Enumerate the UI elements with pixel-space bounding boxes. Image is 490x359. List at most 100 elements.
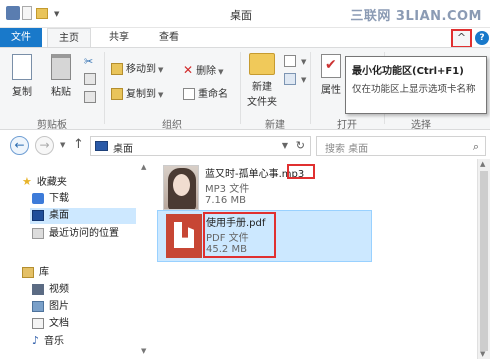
nav-item-desktop[interactable]: 桌面: [30, 208, 136, 224]
paste-shortcut-button[interactable]: [84, 90, 99, 106]
copy-path-icon: [84, 73, 96, 85]
music-note-icon: ♪: [32, 334, 40, 347]
move-to-button[interactable]: 移动到 ▼: [111, 62, 163, 78]
nav-item-recent[interactable]: 最近访问的位置: [32, 226, 119, 242]
navigation-pane: ★ 收藏夹 下载 桌面 最近访问的位置 库 视频 图片 文档 ♪ 音乐: [0, 159, 140, 359]
nav-item-videos[interactable]: 视频: [32, 282, 69, 298]
group-divider: [240, 52, 241, 124]
nav-item-label: 下载: [49, 193, 69, 204]
nav-item-libraries[interactable]: 库: [22, 265, 49, 281]
select-group-label: 选择: [411, 120, 431, 131]
open-group-label: 打开: [337, 120, 357, 131]
scrollbar-thumb[interactable]: [480, 171, 488, 351]
content-scrollbar[interactable]: ▲ ▼: [477, 159, 490, 359]
rename-button[interactable]: 重命名: [183, 87, 228, 103]
file-item-mp3[interactable]: 蓝又时-孤单心事.mp3 MP3 文件 7.16 MB: [157, 162, 372, 214]
recent-places-icon: [32, 227, 44, 239]
new-folder-label-2: 文件夹: [247, 97, 277, 108]
rename-icon: [183, 88, 195, 100]
address-path: 桌面: [113, 144, 133, 155]
tab-view[interactable]: 查看: [150, 28, 188, 47]
scroll-down-icon[interactable]: ▼: [480, 350, 485, 358]
properties-button[interactable]: 属性: [317, 54, 345, 96]
copy-path-button[interactable]: [84, 72, 99, 88]
chevron-down-icon: ▼: [301, 76, 307, 84]
properties-icon: [321, 54, 341, 78]
scroll-down-icon[interactable]: ▼: [141, 347, 146, 355]
scroll-up-icon[interactable]: ▲: [480, 160, 485, 168]
nav-item-label: 最近访问的位置: [49, 228, 119, 239]
new-item-button[interactable]: ▼: [284, 54, 306, 70]
easy-access-button[interactable]: ▼: [284, 72, 306, 88]
copy-to-icon: [111, 88, 123, 100]
recent-locations-dropdown-icon[interactable]: ▼: [60, 141, 65, 149]
desktop-icon: [32, 209, 44, 221]
back-button[interactable]: ←: [10, 136, 29, 155]
copy-label: 复制: [12, 87, 32, 98]
copy-to-button[interactable]: 复制到 ▼: [111, 87, 163, 103]
scroll-up-icon[interactable]: ▲: [141, 163, 146, 171]
nav-item-documents[interactable]: 文档: [32, 316, 69, 332]
chevron-down-icon: ▼: [301, 58, 307, 66]
download-icon: [32, 192, 44, 204]
watermark: 三联网 3LIAN.COM: [350, 9, 482, 24]
new-folder-button[interactable]: 新建 文件夹: [244, 53, 280, 108]
refresh-icon[interactable]: ↻: [296, 139, 305, 152]
library-icon: [22, 266, 34, 278]
address-dropdown-icon[interactable]: ▼: [282, 141, 288, 150]
copy-button[interactable]: 复制: [8, 54, 36, 98]
pdf-file-icon: [166, 214, 202, 258]
forward-button[interactable]: →: [35, 136, 54, 155]
address-bar[interactable]: 桌面 ▼ ↻: [90, 136, 311, 156]
cut-button[interactable]: ✂: [84, 54, 93, 70]
app-icon[interactable]: [6, 6, 20, 20]
tab-share[interactable]: 共享: [101, 28, 137, 47]
nav-item-music[interactable]: ♪ 音乐: [32, 333, 64, 349]
navigation-pane-scrollbar[interactable]: ▲ ▼: [140, 159, 150, 359]
tab-file[interactable]: 文件: [0, 28, 42, 47]
title-bar: ▼ 桌面 三联网 3LIAN.COM: [0, 0, 490, 28]
move-to-label: 移动到: [126, 64, 156, 75]
nav-item-label: 桌面: [49, 210, 69, 221]
minimize-ribbon-tooltip: 最小化功能区(Ctrl+F1) 仅在功能区上显示选项卡名称: [345, 56, 487, 114]
file-list: 蓝又时-孤单心事.mp3 MP3 文件 7.16 MB 使用手册.pdf PDF…: [152, 159, 475, 359]
chevron-down-icon: ▼: [158, 66, 164, 74]
search-box[interactable]: 搜索 桌面 ⌕: [316, 136, 486, 156]
paste-button[interactable]: 粘贴: [46, 54, 76, 98]
nav-item-pictures[interactable]: 图片: [32, 299, 69, 315]
nav-item-download[interactable]: 下载: [32, 191, 69, 207]
copy-icon: [12, 54, 32, 80]
help-icon[interactable]: ?: [475, 31, 489, 45]
file-item-pdf[interactable]: 使用手册.pdf PDF 文件 45.2 MB: [157, 210, 372, 262]
group-divider: [310, 52, 311, 124]
up-arrow-icon[interactable]: ↑: [73, 137, 84, 152]
delete-x-icon: ✕: [183, 63, 194, 77]
nav-item-label: 图片: [49, 301, 69, 312]
new-folder-quick-icon[interactable]: [36, 8, 48, 19]
scissors-icon: ✂: [84, 55, 94, 68]
navigation-bar: ← → ▼ ↑ 桌面 ▼ ↻ 搜索 桌面 ⌕: [0, 131, 490, 159]
album-art-thumbnail: [163, 165, 199, 210]
copy-to-label: 复制到: [126, 89, 156, 100]
rename-label: 重命名: [198, 89, 228, 100]
search-placeholder: 搜索 桌面: [325, 144, 369, 155]
picture-icon: [32, 300, 44, 312]
minimize-ribbon-button[interactable]: ^: [451, 29, 472, 48]
delete-button[interactable]: ✕ 删除 ▼: [183, 62, 223, 78]
window-title: 桌面: [230, 9, 252, 22]
chevron-down-icon: ▼: [158, 91, 164, 99]
move-to-icon: [111, 63, 123, 75]
delete-label: 删除: [196, 66, 217, 77]
nav-item-label: 音乐: [44, 336, 65, 347]
nav-item-favorites[interactable]: ★ 收藏夹: [22, 174, 67, 190]
quick-access-dropdown-icon[interactable]: ▼: [54, 10, 59, 18]
tooltip-body: 仅在功能区上显示选项卡名称: [352, 84, 476, 95]
tab-home[interactable]: 主页: [47, 28, 91, 47]
folder-icon: [249, 53, 275, 75]
nav-item-label: 视频: [49, 284, 69, 295]
star-icon: ★: [22, 175, 32, 188]
ribbon-tab-bar: 文件 主页 共享 查看 ^ ?: [0, 28, 490, 48]
properties-quick-icon[interactable]: [22, 6, 32, 20]
clipboard-group-label: 剪贴板: [37, 120, 67, 131]
easy-access-icon: [284, 73, 296, 85]
